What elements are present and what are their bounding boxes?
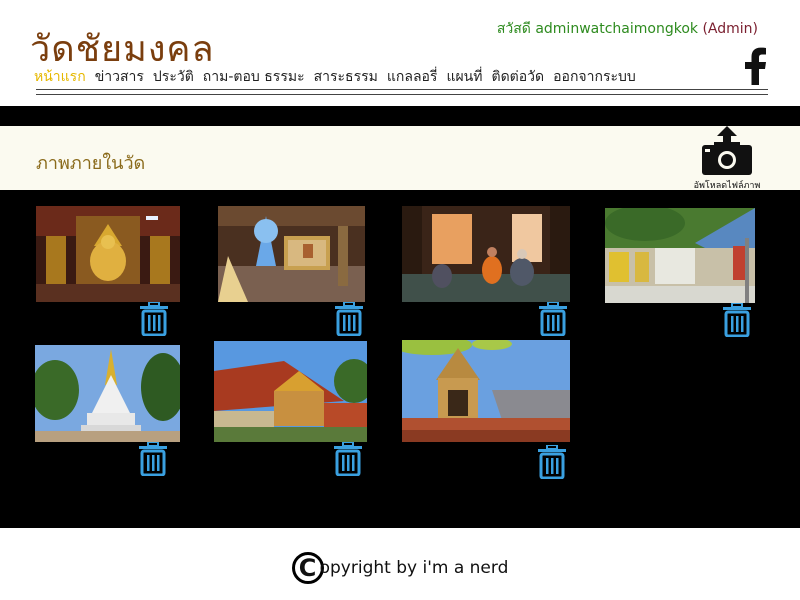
greeting-prefix: สวัสดี xyxy=(496,21,531,37)
gallery-photo[interactable] xyxy=(36,206,180,302)
copyright-text: opyright by i'm a nerd xyxy=(319,558,509,578)
nav-news[interactable]: ข่าวสาร xyxy=(95,66,144,88)
gallery-photo[interactable] xyxy=(218,206,365,302)
delete-icon[interactable] xyxy=(138,302,170,336)
nav-contact[interactable]: ติดต่อวัด xyxy=(491,66,544,88)
delete-icon[interactable] xyxy=(332,442,364,476)
facebook-icon[interactable] xyxy=(740,47,770,85)
greeting: สวัสดี adminwatchaimongkok (Admin) xyxy=(497,18,758,40)
header-divider xyxy=(36,94,768,95)
nav-logout[interactable]: ออกจากระบบ xyxy=(553,66,636,88)
nav-map[interactable]: แผนที่ xyxy=(446,66,482,88)
header-divider xyxy=(36,89,768,90)
section-title: ภาพภายในวัด xyxy=(36,153,146,174)
user-role: (Admin) xyxy=(702,21,758,37)
username: adminwatchaimongkok xyxy=(535,21,698,37)
black-band xyxy=(0,106,800,126)
nav-dhamma-qa[interactable]: ถาม-ตอบ ธรรมะ xyxy=(203,66,305,88)
gallery-photo[interactable] xyxy=(402,206,570,302)
footer: Copyright by i'm a nerd xyxy=(0,552,800,584)
gallery-photo[interactable] xyxy=(214,341,367,442)
delete-icon[interactable] xyxy=(537,302,569,336)
upload-button[interactable]: อัพโหลดไฟล์ภาพ xyxy=(690,126,764,191)
photo-gallery xyxy=(0,190,800,528)
delete-icon[interactable] xyxy=(721,303,753,337)
delete-icon[interactable] xyxy=(137,442,169,476)
delete-icon[interactable] xyxy=(333,302,365,336)
page: วัดชัยมงคล สวัสดี adminwatchaimongkok (A… xyxy=(0,0,800,600)
nav-history[interactable]: ประวัติ xyxy=(153,66,194,88)
nav-home[interactable]: หน้าแรก xyxy=(34,66,86,88)
gallery-photo[interactable] xyxy=(605,208,755,303)
section-header: ภาพภายในวัด อัพโหลดไฟล์ภาพ xyxy=(0,126,800,191)
gallery-photo[interactable] xyxy=(35,345,180,442)
nav-dhamma-content[interactable]: สาระธรรม xyxy=(314,66,378,88)
nav-gallery[interactable]: แกลลอรี่ xyxy=(387,66,438,88)
camera-upload-icon xyxy=(702,126,752,175)
gallery-photo[interactable] xyxy=(402,340,570,442)
main-nav: หน้าแรก ข่าวสาร ประวัติ ถาม-ตอบ ธรรมะ สา… xyxy=(34,66,636,88)
delete-icon[interactable] xyxy=(536,445,568,479)
